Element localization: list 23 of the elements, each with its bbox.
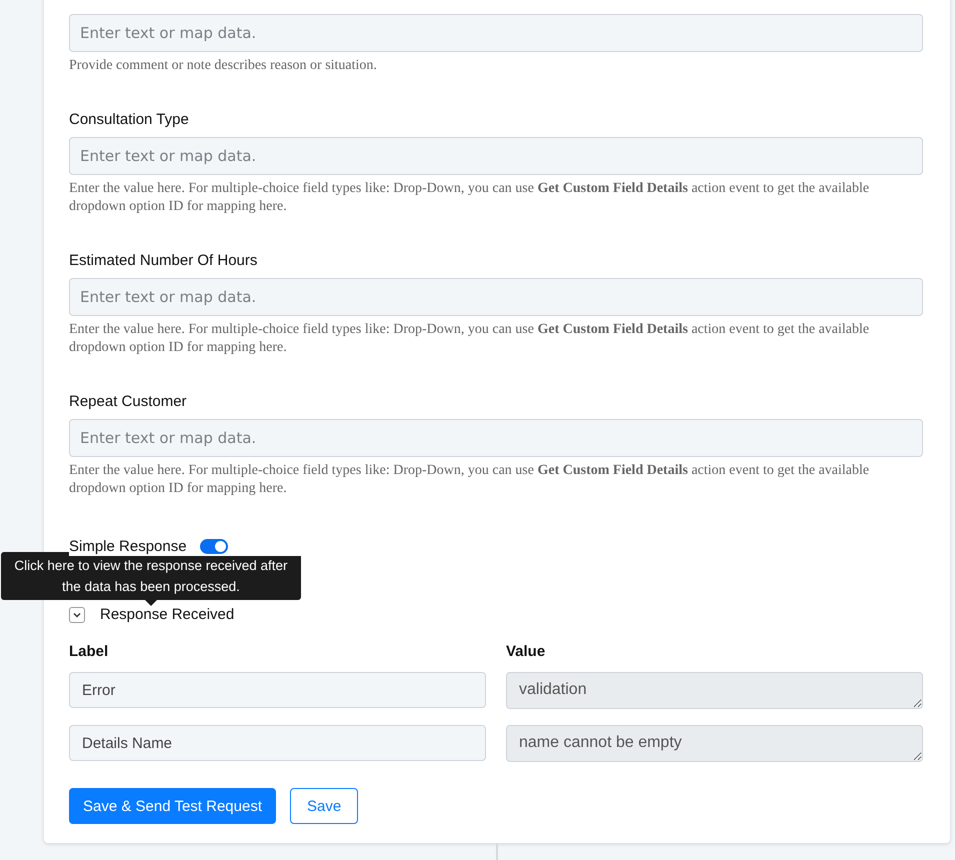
expand-toggle[interactable]: [69, 606, 85, 622]
field-label: Repeat Customer: [69, 393, 188, 410]
field-label: Estimated Number Of Hours: [69, 252, 258, 269]
label-field[interactable]: Error: [69, 672, 486, 708]
help-text: Enter the value here. For multiple-choice field types like: Drop-Down, you can use Get Custom Field Details action event to get the available dropdown option ID for mapping here.: [69, 462, 870, 498]
input-field[interactable]: Enter text or map data.: [69, 419, 923, 457]
input-field[interactable]: Enter text or map data.: [69, 278, 923, 316]
input-field[interactable]: Enter text or map data.: [69, 14, 923, 52]
toggle-switch[interactable]: [200, 538, 228, 554]
help-text: Provide comment or note describes reason or situation.: [69, 57, 378, 75]
label-field[interactable]: Details Name: [69, 725, 486, 761]
send-test-button[interactable]: Save & Send Test Request: [69, 788, 276, 824]
value-field[interactable]: name cannot be empty: [506, 725, 923, 762]
help-text: Enter the value here. For multiple-choice field types like: Drop-Down, you can use Get Custom Field Details action event to get the available dropdown option ID for mapping here.: [69, 321, 870, 357]
field-label: Consultation Type: [69, 111, 190, 128]
help-text: Enter the value here. For multiple-choice field types like: Drop-Down, you can use Get Custom Field Details action event to get the available dropdown option ID for mapping here.: [69, 180, 870, 216]
column-header: Label: [69, 643, 110, 660]
toggle-label: Simple Response: [69, 538, 187, 554]
column-header: Value: [506, 643, 546, 660]
value-field[interactable]: validation: [506, 672, 923, 709]
input-field[interactable]: Enter text or map data.: [69, 137, 923, 175]
save-button[interactable]: Save: [290, 788, 358, 824]
section-label: Response Received: [100, 606, 234, 623]
